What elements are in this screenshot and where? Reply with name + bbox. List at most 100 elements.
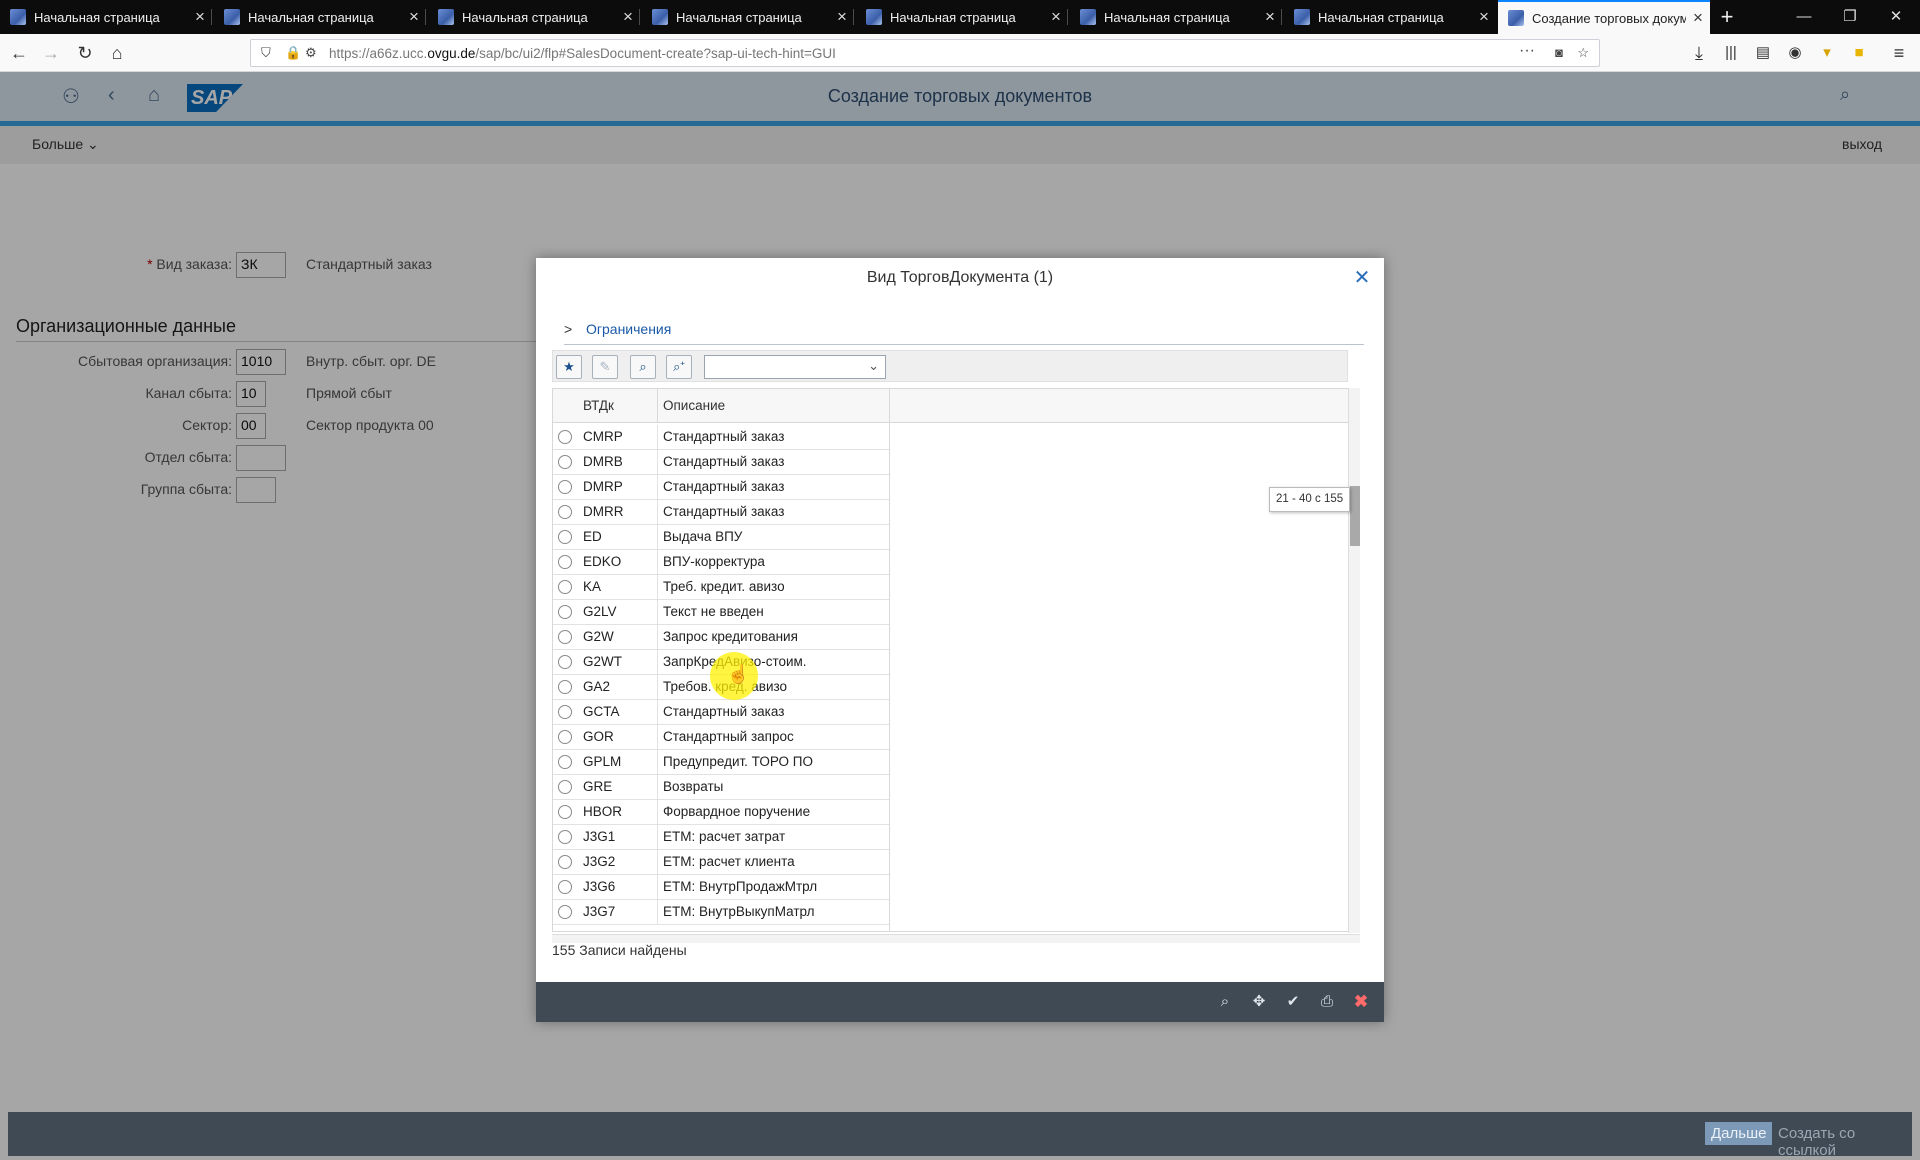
browser-tab-active[interactable]: Создание торговых докуме × bbox=[1498, 0, 1710, 34]
row-radio[interactable] bbox=[558, 730, 572, 744]
row-radio[interactable] bbox=[558, 855, 572, 869]
table-row[interactable]: GPLM Предупредит. ТОРО ПО bbox=[553, 750, 889, 775]
table-row[interactable]: EDKO ВПУ-корректура bbox=[553, 550, 889, 575]
filter-dropdown[interactable]: ⌄ bbox=[704, 355, 886, 379]
close-tab-icon[interactable]: × bbox=[1044, 7, 1068, 27]
column-header-description[interactable]: Описание bbox=[663, 398, 725, 413]
row-code: GOR bbox=[583, 729, 614, 744]
remove-favorite-icon[interactable]: ✎ bbox=[592, 355, 618, 379]
restrictions-toggle[interactable]: > Ограничения bbox=[564, 321, 671, 341]
home-icon[interactable]: ⌂ bbox=[102, 38, 132, 68]
row-radio[interactable] bbox=[558, 430, 572, 444]
row-radio[interactable] bbox=[558, 805, 572, 819]
close-tab-icon[interactable]: × bbox=[616, 7, 640, 27]
bookmark-star-icon[interactable]: ☆ bbox=[1577, 45, 1589, 61]
table-row[interactable]: CMRP Стандартный заказ bbox=[553, 425, 889, 450]
scrollbar-thumb[interactable] bbox=[1350, 486, 1360, 546]
close-tab-icon[interactable]: × bbox=[402, 7, 426, 27]
close-tab-icon[interactable]: × bbox=[1472, 7, 1496, 27]
table-row[interactable]: DMRP Стандартный заказ bbox=[553, 475, 889, 500]
row-radio[interactable] bbox=[558, 580, 572, 594]
row-radio[interactable] bbox=[558, 555, 572, 569]
reload-icon[interactable]: ↻ bbox=[70, 38, 100, 68]
url-text[interactable]: https://a66z.ucc.ovgu.de/sap/bc/ui2/flp#… bbox=[329, 46, 836, 61]
browser-tab[interactable]: Начальная страница × bbox=[214, 0, 426, 34]
close-tab-icon[interactable]: × bbox=[1258, 7, 1282, 27]
browser-tab[interactable]: Начальная страница × bbox=[428, 0, 640, 34]
row-radio[interactable] bbox=[558, 505, 572, 519]
table-row[interactable]: KA Треб. кредит. авизо bbox=[553, 575, 889, 600]
browser-tab[interactable]: Начальная страница × bbox=[1070, 0, 1282, 34]
cancel-icon[interactable]: ✖ bbox=[1348, 990, 1374, 1014]
table-row[interactable]: HBOR Форвардное поручение bbox=[553, 800, 889, 825]
continue-button[interactable]: Дальше bbox=[1705, 1122, 1773, 1145]
row-radio[interactable] bbox=[558, 905, 572, 919]
back-icon[interactable]: ← bbox=[4, 38, 34, 68]
row-description: ETM: ВнутрПродажМтрл bbox=[663, 879, 818, 894]
search-icon[interactable]: ⌕ bbox=[1212, 990, 1238, 1014]
close-tab-icon[interactable]: × bbox=[1686, 8, 1710, 28]
confirm-check-icon[interactable]: ✔ bbox=[1280, 990, 1306, 1014]
forward-icon[interactable]: → bbox=[36, 38, 66, 68]
menu-icon[interactable]: ≡ bbox=[1884, 38, 1914, 68]
row-radio[interactable] bbox=[558, 455, 572, 469]
browser-tab[interactable]: Начальная страница × bbox=[856, 0, 1068, 34]
restore-window-icon[interactable]: ❐ bbox=[1828, 0, 1872, 34]
table-row[interactable]: J3G7 ETM: ВнутрВыкупМатрл bbox=[553, 900, 889, 925]
table-row[interactable]: DMRR Стандартный заказ bbox=[553, 500, 889, 525]
row-radio[interactable] bbox=[558, 655, 572, 669]
table-row[interactable]: GOR Стандартный запрос bbox=[553, 725, 889, 750]
library-icon[interactable]: ||| bbox=[1716, 38, 1746, 68]
address-bar[interactable]: ⛉ 🔒 ⚙ https://a66z.ucc.ovgu.de/sap/bc/ui… bbox=[250, 39, 1600, 67]
close-tab-icon[interactable]: × bbox=[188, 7, 212, 27]
row-radio[interactable] bbox=[558, 530, 572, 544]
multiple-selection-icon[interactable]: ✥ bbox=[1246, 990, 1272, 1014]
table-row[interactable]: GCTA Стандартный заказ bbox=[553, 700, 889, 725]
table-row[interactable]: J3G2 ETM: расчет клиента bbox=[553, 850, 889, 875]
account-icon[interactable]: ◉ bbox=[1780, 38, 1810, 68]
close-tab-icon[interactable]: × bbox=[830, 7, 854, 27]
table-row[interactable]: DMRB Стандартный заказ bbox=[553, 450, 889, 475]
row-radio[interactable] bbox=[558, 680, 572, 694]
table-row[interactable]: G2W Запрос кредитования bbox=[553, 625, 889, 650]
close-window-icon[interactable]: ✕ bbox=[1874, 0, 1918, 34]
browser-tab[interactable]: Начальная страница × bbox=[1284, 0, 1496, 34]
row-radio[interactable] bbox=[558, 630, 572, 644]
downloads-icon[interactable]: ⤓ bbox=[1684, 38, 1714, 68]
shield-icon[interactable]: ⛉ bbox=[261, 45, 271, 61]
vertical-scrollbar[interactable] bbox=[1348, 388, 1360, 933]
new-tab-icon[interactable]: + bbox=[1714, 2, 1740, 32]
row-radio[interactable] bbox=[558, 705, 572, 719]
print-icon[interactable]: ⎙ bbox=[1314, 990, 1340, 1014]
create-with-reference-button[interactable]: Создать со ссылкой bbox=[1778, 1125, 1912, 1159]
row-radio[interactable] bbox=[558, 780, 572, 794]
row-description: ETM: расчет затрат bbox=[663, 829, 786, 844]
table-row[interactable]: GRE Возвраты bbox=[553, 775, 889, 800]
browser-tab[interactable]: Начальная страница × bbox=[0, 0, 212, 34]
table-row[interactable]: G2LV Текст не введен bbox=[553, 600, 889, 625]
pocket-icon[interactable]: ◙ bbox=[1555, 45, 1563, 60]
row-radio[interactable] bbox=[558, 830, 572, 844]
sidebar-icon[interactable]: ▤ bbox=[1748, 38, 1778, 68]
column-header-code[interactable]: ВТДк bbox=[583, 398, 614, 413]
row-radio[interactable] bbox=[558, 880, 572, 894]
extension-flag-icon[interactable]: ■ bbox=[1844, 38, 1874, 68]
row-radio[interactable] bbox=[558, 755, 572, 769]
add-favorite-icon[interactable]: ★ bbox=[556, 355, 582, 379]
table-row[interactable]: ED Выдача ВПУ bbox=[553, 525, 889, 550]
table-row[interactable]: J3G1 ETM: расчет затрат bbox=[553, 825, 889, 850]
minimize-window-icon[interactable]: — bbox=[1782, 0, 1826, 34]
find-next-icon[interactable]: ⌕⁺ bbox=[666, 355, 692, 379]
lock-icon[interactable]: 🔒 bbox=[285, 45, 301, 61]
find-icon[interactable]: ⌕ bbox=[630, 355, 656, 379]
row-description: Стандартный заказ bbox=[663, 504, 785, 519]
page-actions-icon[interactable]: ··· bbox=[1519, 42, 1535, 60]
table-row[interactable]: J3G6 ETM: ВнутрПродажМтрл bbox=[553, 875, 889, 900]
permissions-icon[interactable]: ⚙ bbox=[305, 45, 317, 61]
cart-extension-icon[interactable]: ▾ bbox=[1812, 38, 1842, 68]
browser-tab[interactable]: Начальная страница × bbox=[642, 0, 854, 34]
close-icon[interactable]: ✕ bbox=[1350, 266, 1374, 290]
row-radio[interactable] bbox=[558, 605, 572, 619]
row-description: Стандартный заказ bbox=[663, 454, 785, 469]
row-radio[interactable] bbox=[558, 480, 572, 494]
